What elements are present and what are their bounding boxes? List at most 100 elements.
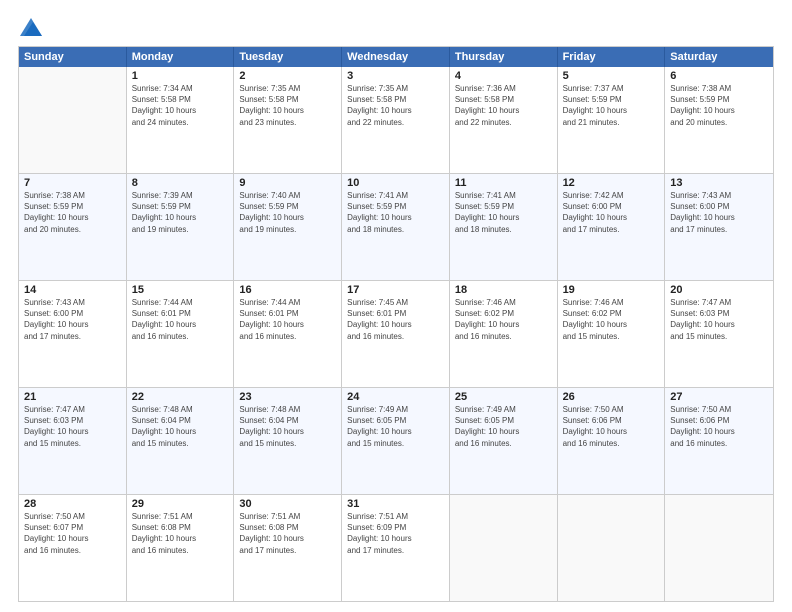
weekday-header-saturday: Saturday bbox=[665, 47, 773, 67]
day-number: 23 bbox=[239, 391, 336, 403]
weekday-header-sunday: Sunday bbox=[19, 47, 127, 67]
logo bbox=[18, 18, 42, 36]
day-info: Sunrise: 7:37 AM Sunset: 5:59 PM Dayligh… bbox=[563, 83, 660, 128]
calendar-row-1: 1Sunrise: 7:34 AM Sunset: 5:58 PM Daylig… bbox=[19, 67, 773, 173]
weekday-header-thursday: Thursday bbox=[450, 47, 558, 67]
day-info: Sunrise: 7:50 AM Sunset: 6:07 PM Dayligh… bbox=[24, 511, 121, 556]
calendar-row-3: 14Sunrise: 7:43 AM Sunset: 6:00 PM Dayli… bbox=[19, 280, 773, 387]
day-number: 16 bbox=[239, 284, 336, 296]
calendar-cell: 23Sunrise: 7:48 AM Sunset: 6:04 PM Dayli… bbox=[234, 388, 342, 494]
calendar-cell: 11Sunrise: 7:41 AM Sunset: 5:59 PM Dayli… bbox=[450, 174, 558, 280]
day-number: 5 bbox=[563, 70, 660, 82]
day-info: Sunrise: 7:44 AM Sunset: 6:01 PM Dayligh… bbox=[239, 297, 336, 342]
calendar-cell: 7Sunrise: 7:38 AM Sunset: 5:59 PM Daylig… bbox=[19, 174, 127, 280]
day-number: 6 bbox=[670, 70, 768, 82]
calendar-cell: 8Sunrise: 7:39 AM Sunset: 5:59 PM Daylig… bbox=[127, 174, 235, 280]
day-info: Sunrise: 7:34 AM Sunset: 5:58 PM Dayligh… bbox=[132, 83, 229, 128]
day-info: Sunrise: 7:49 AM Sunset: 6:05 PM Dayligh… bbox=[455, 404, 552, 449]
day-info: Sunrise: 7:50 AM Sunset: 6:06 PM Dayligh… bbox=[670, 404, 768, 449]
day-number: 31 bbox=[347, 498, 444, 510]
day-number: 8 bbox=[132, 177, 229, 189]
day-info: Sunrise: 7:36 AM Sunset: 5:58 PM Dayligh… bbox=[455, 83, 552, 128]
calendar-cell: 27Sunrise: 7:50 AM Sunset: 6:06 PM Dayli… bbox=[665, 388, 773, 494]
page: SundayMondayTuesdayWednesdayThursdayFrid… bbox=[0, 0, 792, 612]
day-number: 2 bbox=[239, 70, 336, 82]
day-info: Sunrise: 7:51 AM Sunset: 6:08 PM Dayligh… bbox=[132, 511, 229, 556]
day-info: Sunrise: 7:46 AM Sunset: 6:02 PM Dayligh… bbox=[455, 297, 552, 342]
day-info: Sunrise: 7:45 AM Sunset: 6:01 PM Dayligh… bbox=[347, 297, 444, 342]
day-info: Sunrise: 7:47 AM Sunset: 6:03 PM Dayligh… bbox=[24, 404, 121, 449]
day-info: Sunrise: 7:41 AM Sunset: 5:59 PM Dayligh… bbox=[455, 190, 552, 235]
calendar-cell: 29Sunrise: 7:51 AM Sunset: 6:08 PM Dayli… bbox=[127, 495, 235, 601]
calendar-header: SundayMondayTuesdayWednesdayThursdayFrid… bbox=[19, 47, 773, 67]
calendar-body: 1Sunrise: 7:34 AM Sunset: 5:58 PM Daylig… bbox=[19, 67, 773, 601]
day-info: Sunrise: 7:51 AM Sunset: 6:08 PM Dayligh… bbox=[239, 511, 336, 556]
weekday-header-tuesday: Tuesday bbox=[234, 47, 342, 67]
calendar-cell: 6Sunrise: 7:38 AM Sunset: 5:59 PM Daylig… bbox=[665, 67, 773, 173]
day-info: Sunrise: 7:46 AM Sunset: 6:02 PM Dayligh… bbox=[563, 297, 660, 342]
calendar-cell: 17Sunrise: 7:45 AM Sunset: 6:01 PM Dayli… bbox=[342, 281, 450, 387]
day-number: 3 bbox=[347, 70, 444, 82]
logo-icon bbox=[20, 18, 42, 36]
calendar: SundayMondayTuesdayWednesdayThursdayFrid… bbox=[18, 46, 774, 602]
calendar-cell: 13Sunrise: 7:43 AM Sunset: 6:00 PM Dayli… bbox=[665, 174, 773, 280]
calendar-cell: 2Sunrise: 7:35 AM Sunset: 5:58 PM Daylig… bbox=[234, 67, 342, 173]
calendar-cell: 9Sunrise: 7:40 AM Sunset: 5:59 PM Daylig… bbox=[234, 174, 342, 280]
day-info: Sunrise: 7:44 AM Sunset: 6:01 PM Dayligh… bbox=[132, 297, 229, 342]
calendar-row-4: 21Sunrise: 7:47 AM Sunset: 6:03 PM Dayli… bbox=[19, 387, 773, 494]
day-number: 22 bbox=[132, 391, 229, 403]
day-number: 30 bbox=[239, 498, 336, 510]
day-info: Sunrise: 7:35 AM Sunset: 5:58 PM Dayligh… bbox=[239, 83, 336, 128]
day-number: 4 bbox=[455, 70, 552, 82]
day-number: 13 bbox=[670, 177, 768, 189]
day-number: 9 bbox=[239, 177, 336, 189]
day-number: 19 bbox=[563, 284, 660, 296]
day-info: Sunrise: 7:51 AM Sunset: 6:09 PM Dayligh… bbox=[347, 511, 444, 556]
header bbox=[18, 18, 774, 36]
day-number: 12 bbox=[563, 177, 660, 189]
calendar-cell: 30Sunrise: 7:51 AM Sunset: 6:08 PM Dayli… bbox=[234, 495, 342, 601]
day-number: 27 bbox=[670, 391, 768, 403]
day-info: Sunrise: 7:48 AM Sunset: 6:04 PM Dayligh… bbox=[239, 404, 336, 449]
day-info: Sunrise: 7:38 AM Sunset: 5:59 PM Dayligh… bbox=[24, 190, 121, 235]
day-info: Sunrise: 7:35 AM Sunset: 5:58 PM Dayligh… bbox=[347, 83, 444, 128]
calendar-cell: 15Sunrise: 7:44 AM Sunset: 6:01 PM Dayli… bbox=[127, 281, 235, 387]
day-number: 26 bbox=[563, 391, 660, 403]
calendar-cell bbox=[450, 495, 558, 601]
calendar-cell bbox=[19, 67, 127, 173]
calendar-row-2: 7Sunrise: 7:38 AM Sunset: 5:59 PM Daylig… bbox=[19, 173, 773, 280]
day-info: Sunrise: 7:42 AM Sunset: 6:00 PM Dayligh… bbox=[563, 190, 660, 235]
weekday-header-friday: Friday bbox=[558, 47, 666, 67]
calendar-cell: 24Sunrise: 7:49 AM Sunset: 6:05 PM Dayli… bbox=[342, 388, 450, 494]
day-info: Sunrise: 7:39 AM Sunset: 5:59 PM Dayligh… bbox=[132, 190, 229, 235]
calendar-cell: 4Sunrise: 7:36 AM Sunset: 5:58 PM Daylig… bbox=[450, 67, 558, 173]
day-info: Sunrise: 7:49 AM Sunset: 6:05 PM Dayligh… bbox=[347, 404, 444, 449]
day-number: 15 bbox=[132, 284, 229, 296]
calendar-cell: 18Sunrise: 7:46 AM Sunset: 6:02 PM Dayli… bbox=[450, 281, 558, 387]
day-number: 7 bbox=[24, 177, 121, 189]
day-number: 28 bbox=[24, 498, 121, 510]
calendar-cell: 25Sunrise: 7:49 AM Sunset: 6:05 PM Dayli… bbox=[450, 388, 558, 494]
calendar-cell: 20Sunrise: 7:47 AM Sunset: 6:03 PM Dayli… bbox=[665, 281, 773, 387]
calendar-cell bbox=[558, 495, 666, 601]
calendar-cell: 26Sunrise: 7:50 AM Sunset: 6:06 PM Dayli… bbox=[558, 388, 666, 494]
day-info: Sunrise: 7:43 AM Sunset: 6:00 PM Dayligh… bbox=[24, 297, 121, 342]
day-number: 24 bbox=[347, 391, 444, 403]
calendar-cell: 5Sunrise: 7:37 AM Sunset: 5:59 PM Daylig… bbox=[558, 67, 666, 173]
calendar-row-5: 28Sunrise: 7:50 AM Sunset: 6:07 PM Dayli… bbox=[19, 494, 773, 601]
day-info: Sunrise: 7:50 AM Sunset: 6:06 PM Dayligh… bbox=[563, 404, 660, 449]
calendar-cell: 31Sunrise: 7:51 AM Sunset: 6:09 PM Dayli… bbox=[342, 495, 450, 601]
day-number: 11 bbox=[455, 177, 552, 189]
weekday-header-monday: Monday bbox=[127, 47, 235, 67]
calendar-cell: 28Sunrise: 7:50 AM Sunset: 6:07 PM Dayli… bbox=[19, 495, 127, 601]
calendar-cell bbox=[665, 495, 773, 601]
weekday-header-wednesday: Wednesday bbox=[342, 47, 450, 67]
calendar-cell: 16Sunrise: 7:44 AM Sunset: 6:01 PM Dayli… bbox=[234, 281, 342, 387]
day-info: Sunrise: 7:41 AM Sunset: 5:59 PM Dayligh… bbox=[347, 190, 444, 235]
day-number: 10 bbox=[347, 177, 444, 189]
day-info: Sunrise: 7:38 AM Sunset: 5:59 PM Dayligh… bbox=[670, 83, 768, 128]
day-number: 14 bbox=[24, 284, 121, 296]
day-info: Sunrise: 7:43 AM Sunset: 6:00 PM Dayligh… bbox=[670, 190, 768, 235]
calendar-cell: 22Sunrise: 7:48 AM Sunset: 6:04 PM Dayli… bbox=[127, 388, 235, 494]
day-number: 21 bbox=[24, 391, 121, 403]
